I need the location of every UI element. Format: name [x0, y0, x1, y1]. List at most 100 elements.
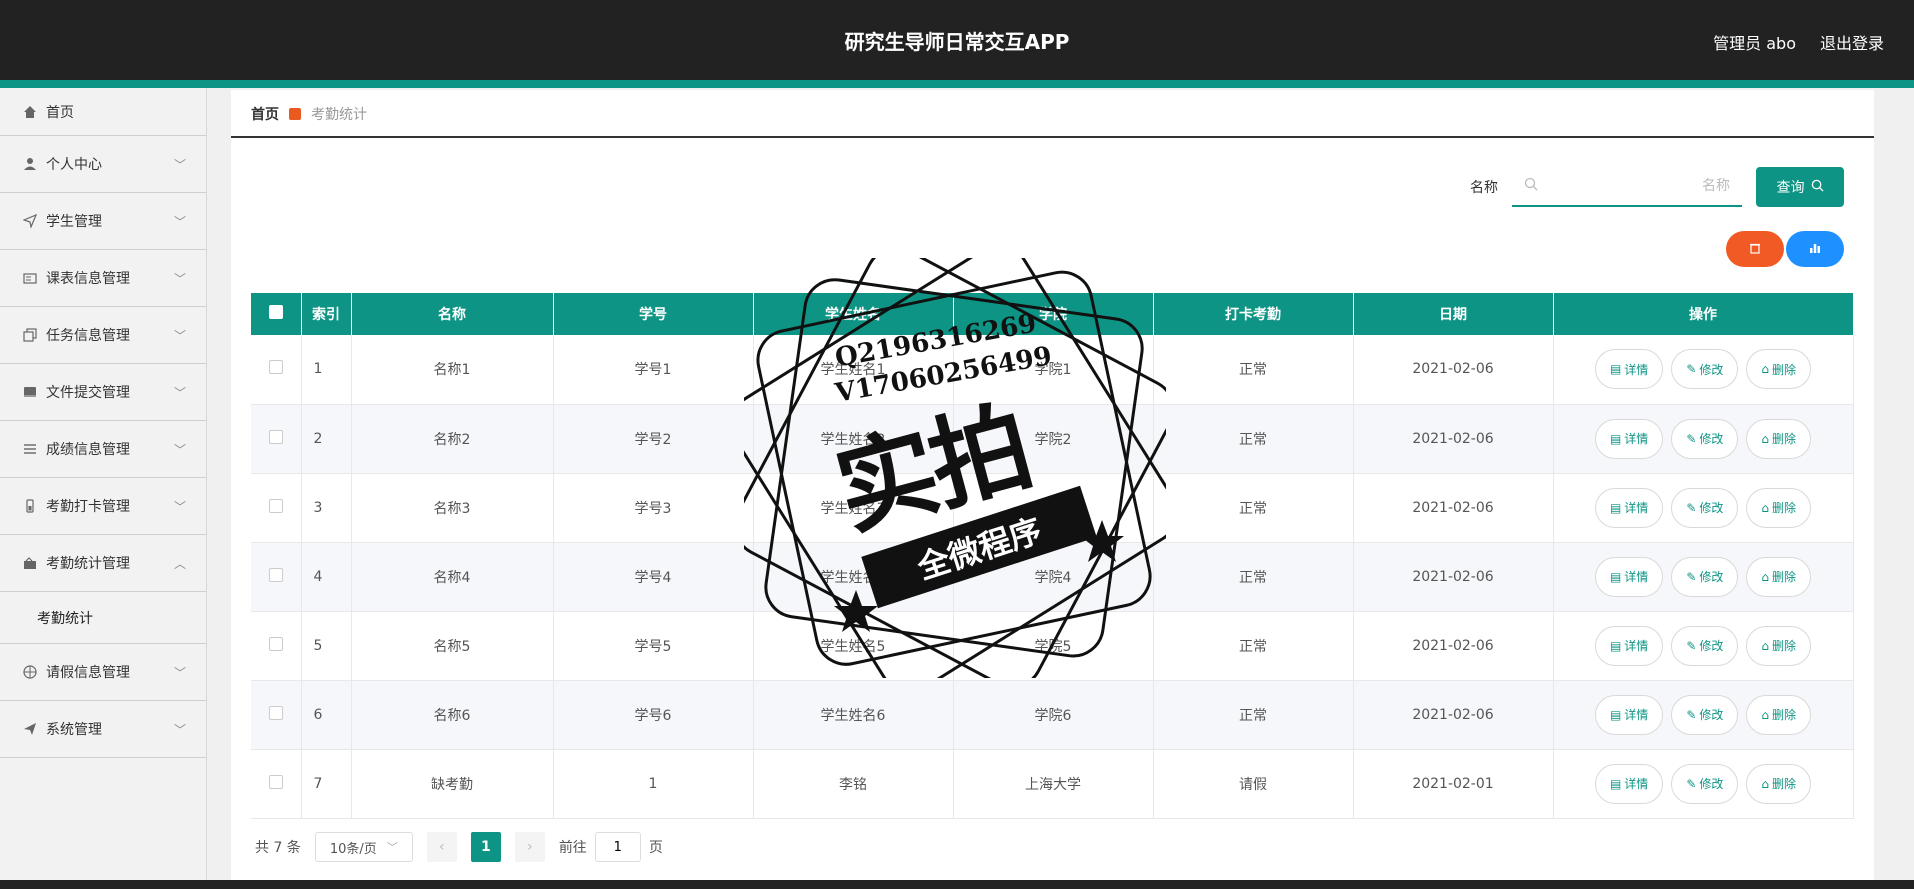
- cell-idx: 3: [301, 473, 352, 543]
- row-checkbox-cell[interactable]: [251, 404, 302, 474]
- current-page[interactable]: 1: [470, 832, 501, 862]
- main-content: 首页 考勤统计 名称 查询: [231, 90, 1874, 889]
- cell-idx: 4: [301, 542, 352, 612]
- doc-icon: ▤: [1609, 431, 1622, 446]
- paper-plane-icon: [22, 721, 38, 737]
- sidebar-item-label: 学生管理: [46, 214, 102, 230]
- sidebar-item-students[interactable]: 学生管理 ﹀: [0, 193, 206, 250]
- row-checkbox-cell[interactable]: [251, 749, 302, 819]
- delete-button[interactable]: ⌂ 删除: [1746, 556, 1812, 597]
- sidebar-item-checkin[interactable]: 考勤打卡管理 ﹀: [0, 478, 206, 535]
- chevron-down-icon: ﹀: [173, 500, 186, 514]
- copy-icon: [22, 327, 38, 343]
- box-icon: [22, 384, 38, 400]
- chevron-down-icon: ﹀: [173, 215, 186, 229]
- page-size-select[interactable]: 10条/页 ﹀: [314, 832, 413, 862]
- app-title: 研究生导师日常交互APP: [844, 30, 1070, 54]
- edit-button[interactable]: ✎ 修改: [1671, 487, 1739, 528]
- delete-button[interactable]: ⌂ 删除: [1746, 763, 1812, 804]
- cell-status: 正常: [1153, 335, 1354, 405]
- cell-name: 名称2: [351, 404, 554, 474]
- search-icon: [1811, 179, 1824, 196]
- detail-button[interactable]: ▤ 详情: [1594, 487, 1664, 528]
- sidebar-item-system[interactable]: 系统管理 ﹀: [0, 701, 206, 758]
- sidebar-item-leave[interactable]: 请假信息管理 ﹀: [0, 644, 206, 701]
- cell-idx: 7: [301, 749, 352, 819]
- delete-button[interactable]: ⌂ 删除: [1746, 349, 1812, 390]
- logout-link[interactable]: 退出登录: [1820, 30, 1884, 54]
- sidebar-item-tasks[interactable]: 任务信息管理 ﹀: [0, 307, 206, 364]
- edit-label: 修改: [1699, 777, 1724, 791]
- pencil-icon: ✎: [1686, 569, 1697, 584]
- row-checkbox-cell[interactable]: [251, 542, 302, 612]
- query-button[interactable]: 查询: [1756, 167, 1844, 207]
- goto-page-input[interactable]: [594, 832, 641, 862]
- edit-button[interactable]: ✎ 修改: [1671, 694, 1739, 735]
- sidebar-item-files[interactable]: 文件提交管理 ﹀: [0, 364, 206, 421]
- detail-label: 详情: [1624, 432, 1649, 446]
- pencil-icon: ✎: [1686, 707, 1697, 722]
- cell-sid: 学号4: [553, 542, 754, 612]
- cell-student: 学生姓名6: [753, 680, 954, 750]
- row-checkbox[interactable]: [268, 360, 283, 375]
- detail-button[interactable]: ▤ 详情: [1594, 418, 1664, 459]
- prev-page-button[interactable]: ‹: [426, 832, 457, 862]
- sidebar-item-attendance-stats[interactable]: 考勤统计管理 ︿: [0, 535, 206, 592]
- detail-button[interactable]: ▤ 详情: [1594, 625, 1664, 666]
- search-input[interactable]: [1544, 178, 1730, 194]
- chevron-down-icon: ﹀: [386, 841, 398, 854]
- doc-icon: ▤: [1609, 569, 1622, 584]
- cell-college: 上海大学: [953, 749, 1154, 819]
- cell-student: 学生姓名1: [753, 335, 954, 405]
- edit-button[interactable]: ✎ 修改: [1671, 763, 1739, 804]
- edit-button[interactable]: ✎ 修改: [1671, 556, 1739, 597]
- edit-button[interactable]: ✎ 修改: [1671, 418, 1739, 459]
- cell-sid: 1: [553, 749, 754, 819]
- batch-delete-button[interactable]: [1726, 231, 1784, 267]
- delete-button[interactable]: ⌂ 删除: [1746, 625, 1812, 666]
- row-checkbox-cell[interactable]: [251, 611, 302, 681]
- row-checkbox-cell[interactable]: [251, 680, 302, 750]
- detail-button[interactable]: ▤ 详情: [1594, 763, 1664, 804]
- doc-icon: ▤: [1609, 638, 1622, 653]
- select-all-checkbox-cell[interactable]: [251, 293, 302, 335]
- delete-button[interactable]: ⌂ 删除: [1746, 694, 1812, 735]
- row-checkbox[interactable]: [268, 498, 283, 513]
- detail-button[interactable]: ▤ 详情: [1594, 349, 1664, 390]
- sidebar-item-profile[interactable]: 个人中心 ﹀: [0, 136, 206, 193]
- detail-button[interactable]: ▤ 详情: [1594, 556, 1664, 597]
- detail-button[interactable]: ▤ 详情: [1594, 694, 1664, 735]
- next-page-button[interactable]: ›: [514, 832, 545, 862]
- delete-label: 删除: [1772, 777, 1797, 791]
- cell-idx: 5: [301, 611, 352, 681]
- table-row: 1 名称1 学号1 学生姓名1 学院1 正常 2021-02-06 ▤ 详情 ✎ 修改 ⌂ 删除: [251, 335, 1854, 405]
- statistics-button[interactable]: [1786, 231, 1844, 267]
- edit-button[interactable]: ✎ 修改: [1671, 625, 1739, 666]
- sidebar-item-grades[interactable]: 成绩信息管理 ﹀: [0, 421, 206, 478]
- header-accent-bar: [0, 80, 1914, 88]
- delete-button[interactable]: ⌂ 删除: [1746, 487, 1812, 528]
- cell-college: 学院6: [953, 680, 1154, 750]
- breadcrumb-home[interactable]: 首页: [251, 104, 279, 124]
- row-checkbox[interactable]: [268, 429, 283, 444]
- cell-date: 2021-02-06: [1353, 404, 1554, 474]
- current-user[interactable]: 管理员 abo: [1713, 30, 1796, 54]
- sidebar-subitem-attendance-stats[interactable]: 考勤统计: [0, 592, 206, 644]
- chevron-down-icon: ﹀: [173, 723, 186, 737]
- sidebar-item-schedule[interactable]: 课表信息管理 ﹀: [0, 250, 206, 307]
- detail-label: 详情: [1624, 362, 1649, 377]
- chevron-up-icon: ︿: [173, 557, 186, 571]
- delete-button[interactable]: ⌂ 删除: [1746, 418, 1812, 459]
- edit-button[interactable]: ✎ 修改: [1671, 349, 1739, 390]
- select-all-checkbox[interactable]: [268, 305, 283, 319]
- row-checkbox-cell[interactable]: [251, 335, 302, 405]
- card-icon: [22, 270, 38, 286]
- row-checkbox[interactable]: [268, 567, 283, 582]
- row-checkbox-cell[interactable]: [251, 473, 302, 543]
- row-checkbox[interactable]: [268, 774, 283, 789]
- delete-label: 删除: [1772, 432, 1797, 446]
- sidebar-item-home[interactable]: 首页: [0, 88, 206, 136]
- trash-icon: ⌂: [1761, 638, 1770, 653]
- row-checkbox[interactable]: [268, 705, 283, 720]
- row-checkbox[interactable]: [268, 636, 283, 651]
